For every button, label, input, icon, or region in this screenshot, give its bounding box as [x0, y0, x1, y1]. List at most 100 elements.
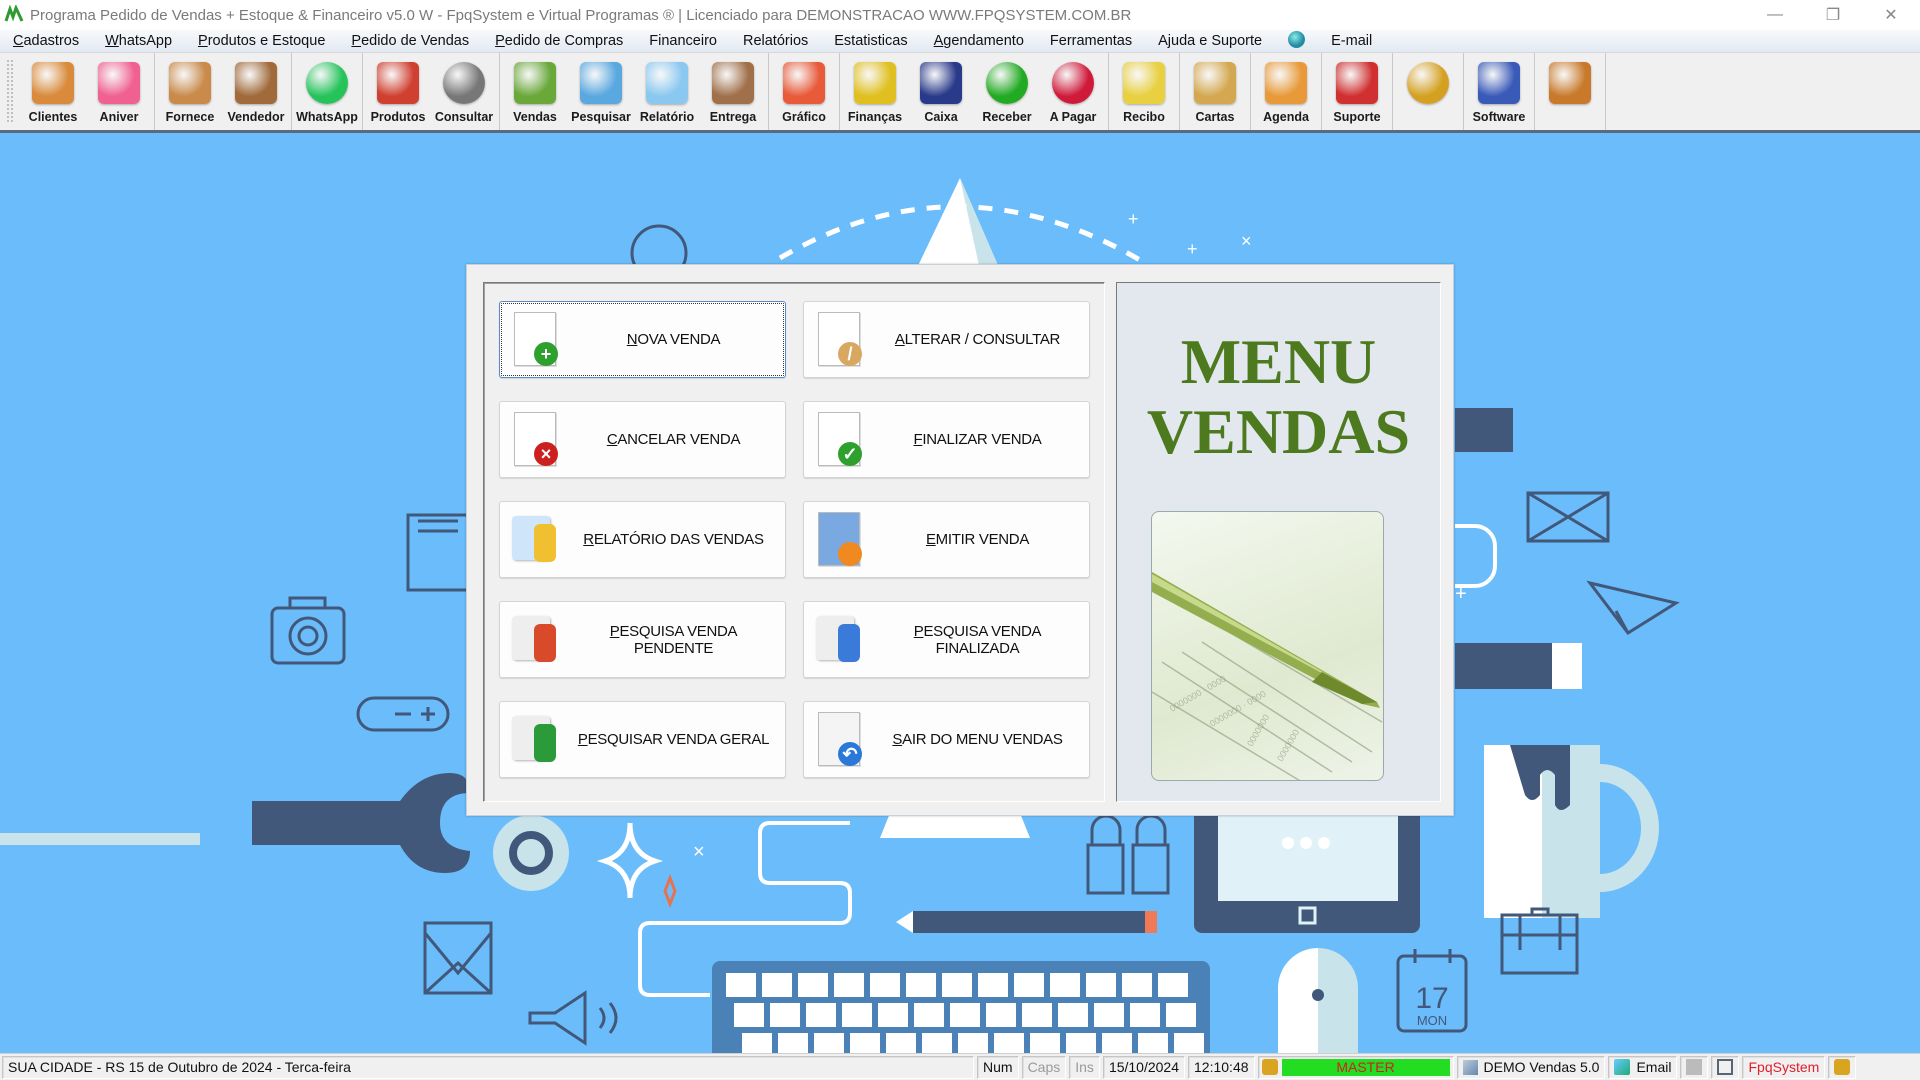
toolbar-button-whatsapp[interactable]: WhatsApp [294, 53, 360, 130]
keyboard-key [1158, 973, 1188, 997]
toolbar-button-aniver[interactable]: Aniver [86, 53, 152, 130]
menu-label: Estatisticas [834, 33, 908, 49]
toolbar-button-pesquisar[interactable]: Pesquisar [568, 53, 634, 130]
keyboard-key [922, 1033, 952, 1053]
parchment-icon [1190, 57, 1240, 109]
toolbar-group: Clientes Aniver [18, 53, 155, 130]
menu-button-cancelar-venda[interactable]: × CANCELAR VENDA [499, 401, 786, 478]
toolbar-button-receber[interactable]: Receber [974, 53, 1040, 130]
toolbar-button-produtos[interactable]: Produtos [365, 53, 431, 130]
menu-estatisticas[interactable]: Estatisticas [821, 33, 920, 49]
keyboard-key [834, 973, 864, 997]
gamepad-icon [356, 696, 450, 732]
menu-pedido-de-compras[interactable]: Pedido de Compras [482, 33, 636, 49]
toolbar-button-caixa[interactable]: Caixa [908, 53, 974, 130]
keyboard-key [842, 1003, 872, 1027]
toolbar: Clientes Aniver Fornece Vendedor WhatsApp Pro… [0, 52, 1920, 133]
toolbar-grip[interactable] [6, 59, 14, 124]
toolbar-button-recibo[interactable]: Recibo [1111, 53, 1177, 130]
keyboard-shape [712, 961, 1210, 1053]
menu-button-label: FINALIZAR VENDA [913, 431, 1042, 448]
menu-agendamento[interactable]: Agendamento [921, 33, 1037, 49]
search-documents-icon [576, 57, 626, 109]
toolbar-button-consultar[interactable]: Consultar [431, 53, 497, 130]
toolbar-button-coin[interactable] [1395, 53, 1461, 130]
menu-button-alterar-consultar[interactable]: / ALTERAR / CONSULTAR [803, 301, 1090, 378]
menu-globe-icon[interactable] [1275, 30, 1318, 52]
menu-e-mail[interactable]: E-mail [1318, 33, 1385, 49]
mail-icon [1526, 491, 1610, 543]
toolbar-button-agenda[interactable]: Agenda [1253, 53, 1319, 130]
toolbar-button-label: Suporte [1333, 110, 1381, 124]
menu-button-pesquisa-venda-pendente[interactable]: PESQUISA VENDA PENDENTE [499, 601, 786, 678]
keyboard-key [1014, 973, 1044, 997]
menu-button-pesquisar-venda-geral[interactable]: PESQUISAR VENDA GERAL [499, 701, 786, 778]
sparkle-shape [596, 822, 664, 899]
toolbar-button-relat-rio[interactable]: Relatório [634, 53, 700, 130]
keyboard-key [742, 1033, 772, 1053]
toolbar-button-label: Pesquisar [571, 110, 631, 124]
receive-money-icon [982, 57, 1032, 109]
status-email[interactable]: Email [1608, 1055, 1678, 1079]
toolbar-group: Fornece Vendedor [155, 53, 292, 130]
clients-icon [28, 57, 78, 109]
keyboard-key [914, 1003, 944, 1027]
toolbar-button-label: Vendedor [227, 110, 285, 124]
keyboard-key [762, 973, 792, 997]
menu-label: WhatsApp [105, 33, 173, 49]
menu-button-relatorio-das-vendas[interactable]: RELATÓRIO DAS VENDAS [499, 501, 786, 578]
toolbar-button-exit-door[interactable] [1537, 53, 1603, 130]
toolbar-button-clientes[interactable]: Clientes [20, 53, 86, 130]
menu-button-emitir-venda[interactable]: EMITIR VENDA [803, 501, 1090, 578]
menu-ferramentas[interactable]: Ferramentas [1037, 33, 1145, 49]
receipt-icon [1119, 57, 1169, 109]
toolbar-button-label: Aniver [99, 110, 139, 124]
status-printer[interactable] [1680, 1055, 1709, 1079]
barcode-icon [439, 57, 489, 109]
minimize-button[interactable]: — [1746, 0, 1804, 30]
menu-pedido-de-vendas[interactable]: Pedido de Vendas [338, 33, 482, 49]
keyboard-key [950, 1003, 980, 1027]
status-ins: Ins [1069, 1055, 1100, 1079]
menu-relat-rios[interactable]: Relatórios [730, 33, 821, 49]
keyboard-key [870, 973, 900, 997]
toolbar-group: Suporte [1322, 53, 1393, 130]
whatsapp-icon [302, 57, 352, 109]
menu-button-finalizar-venda[interactable]: ✓ FINALIZAR VENDA [803, 401, 1090, 478]
menu-financeiro[interactable]: Financeiro [636, 33, 730, 49]
toolbar-button-label: Gráfico [782, 110, 826, 124]
toolbar-button-label: Produtos [370, 110, 426, 124]
toolbar-button-suporte[interactable]: Suporte [1324, 53, 1390, 130]
toolbar-button-fornece[interactable]: Fornece [157, 53, 223, 130]
keyboard-key [1174, 1033, 1204, 1053]
close-button[interactable]: ✕ [1862, 0, 1920, 30]
menu-button-sair-do-menu-vendas[interactable]: ↶ SAIR DO MENU VENDAS [803, 701, 1090, 778]
pen-on-document-image: 0000000 · 0000 0000000 · 0000 0000000 00… [1151, 511, 1384, 781]
toolbar-button-finan-as[interactable]: Finanças [842, 53, 908, 130]
toolbar-button-label: WhatsApp [296, 110, 358, 124]
toolbar-button-vendedor[interactable]: Vendedor [223, 53, 289, 130]
menu-whatsapp[interactable]: WhatsApp [92, 33, 185, 49]
menu-button-nova-venda[interactable]: + NOVA VENDA [499, 301, 786, 378]
edit-document-pencil-icon: / [812, 310, 872, 370]
toolbar-button-entrega[interactable]: Entrega [700, 53, 766, 130]
menu-ajuda-e-suporte[interactable]: Ajuda e Suporte [1145, 33, 1275, 49]
status-network[interactable] [1711, 1055, 1740, 1079]
toolbar-button-vendas[interactable]: Vendas [502, 53, 568, 130]
restore-button[interactable]: ❐ [1804, 0, 1862, 30]
keyboard-key [1130, 1003, 1160, 1027]
toolbar-button-cartas[interactable]: Cartas [1182, 53, 1248, 130]
keyboard-key [1122, 973, 1152, 997]
menu-button-pesquisa-venda-finalizada[interactable]: PESQUISA VENDA FINALIZADA [803, 601, 1090, 678]
toolbar-button-software[interactable]: Software [1466, 53, 1532, 130]
menu-button-label: ALTERAR / CONSULTAR [894, 331, 1061, 348]
toolbar-button-label: Vendas [513, 110, 557, 124]
toolbar-group: Vendas Pesquisar Relatório Entrega [500, 53, 769, 130]
menu-produtos-e-estoque[interactable]: Produtos e Estoque [185, 33, 338, 49]
toolbar-button-a-pagar[interactable]: A Pagar [1040, 53, 1106, 130]
supplier-icon [165, 57, 215, 109]
menu-cadastros[interactable]: Cadastros [0, 33, 92, 49]
menu-button-label: PESQUISA VENDA FINALIZADA [913, 622, 1042, 657]
menu-label: Pedido de Vendas [351, 33, 470, 49]
toolbar-button-gr-fico[interactable]: Gráfico [771, 53, 837, 130]
